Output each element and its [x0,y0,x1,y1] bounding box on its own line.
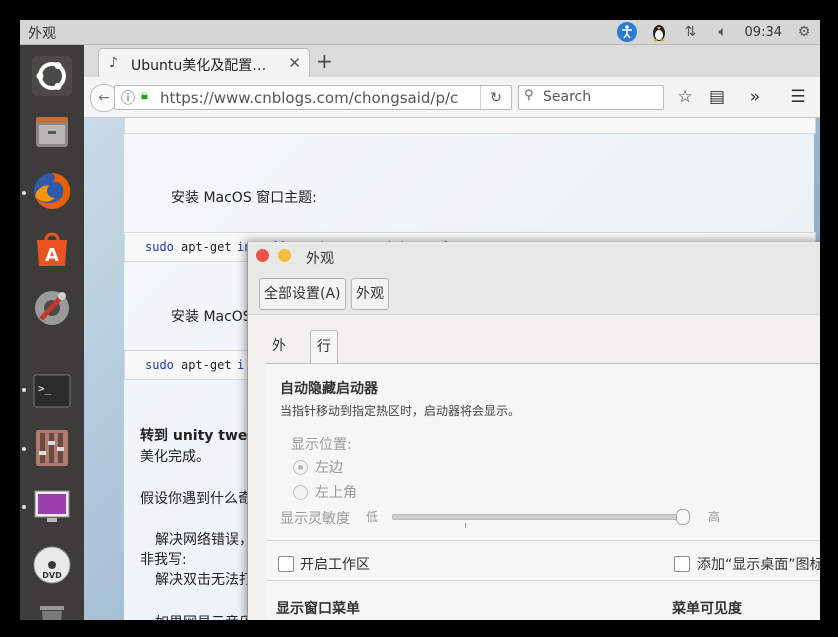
desktop-screen: 外观 ⇅ 🔈︎ 09:34 ⚙ A >_ DVD ♪ Ubuntu美化及配置… … [20,20,820,620]
window-menu-heading: 显示窗口菜单 [276,601,360,617]
terminal-icon[interactable]: >_ [29,368,75,414]
minimize-window-button[interactable] [278,249,291,262]
code-block [124,118,816,134]
browser-tab[interactable]: ♪ Ubuntu美化及配置… ✕ [98,48,310,78]
overflow-chevron-icon[interactable]: » [744,86,766,108]
running-indicator [22,505,26,509]
new-tab-icon[interactable]: + [316,49,333,73]
image-viewer-icon[interactable] [29,483,75,529]
paragraph: 安装 MacOS 窗口主题: [171,190,317,206]
paragraph: 美化完成。 [140,449,210,465]
sensitivity-high-label: 高 [708,510,721,524]
active-window-title: 外观 [28,26,56,42]
paragraph: 解决双击无法打 [155,572,253,588]
close-window-button[interactable] [256,249,269,262]
url-text[interactable]: https://www.cnblogs.com/chongsaid/p/c [160,89,460,107]
tab-behavior[interactable]: 行为 [310,330,338,387]
url-bar[interactable]: ⓘ 🔒︎ https://www.cnblogs.com/chongsaid/p… [114,85,512,110]
top-panel: 外观 ⇅ 🔈︎ 09:34 ⚙ [20,20,820,45]
show-desktop-icon-checkbox[interactable] [674,556,690,572]
firefox-icon[interactable] [29,168,75,214]
svg-text:A: A [45,245,59,266]
close-tab-icon[interactable]: ✕ [288,54,301,72]
ubuntu-software-icon[interactable]: A [29,226,75,272]
back-arrow-icon: ← [98,90,110,106]
menu-visibility-heading: 菜单可见度 [672,601,742,617]
favicon-icon: ♪ [109,55,118,71]
search-input[interactable]: ⚲ Search [518,85,664,110]
slider-tick [465,523,466,528]
breadcrumb: 全部设置(A) 外观 [248,270,820,315]
window-title: 外观 [306,251,334,267]
paragraph: 非我写: [140,552,187,568]
reload-icon[interactable]: ↻ [480,86,511,109]
reveal-topleft-label: 左上角 [315,485,357,501]
divider [266,580,820,581]
ubuntu-dash-icon[interactable] [29,53,75,99]
network-arrows-icon[interactable]: ⇅ [681,22,701,42]
volume-icon[interactable]: 🔈︎ [713,22,733,42]
paragraph: 安装 MacOS [171,309,252,325]
nav-bar: ← ⓘ 🔒︎ https://www.cnblogs.com/chongsaid… [84,77,820,118]
reading-list-icon[interactable]: ▤ [706,86,728,108]
appearance-crumb[interactable]: 外观 [351,278,389,310]
search-placeholder: Search [543,89,592,105]
site-info-icon[interactable]: ⓘ [121,88,135,108]
accessibility-icon[interactable] [616,22,637,42]
svg-text:>_: >_ [38,382,52,395]
lock-icon: 🔒︎ [141,88,148,103]
system-mixer-icon[interactable] [29,425,75,471]
paragraph-bold: 转到 unity tweal [140,428,262,444]
paragraph: 如果网易云音乐 [155,612,253,620]
reveal-topleft-radio[interactable] [293,485,308,500]
settings-gear-icon[interactable]: ⚙ [794,22,814,42]
clock[interactable]: 09:34 [745,25,782,40]
tux-icon[interactable] [649,22,669,42]
reveal-left-label: 左边 [315,460,343,476]
window-titlebar[interactable]: 外观 [248,242,820,270]
search-icon: ⚲ [524,88,534,103]
all-settings-button[interactable]: 全部设置(A) [259,278,346,310]
system-tray: ⇅ 🔈︎ 09:34 ⚙ [616,22,814,42]
system-settings-icon[interactable] [29,285,75,331]
autohide-heading: 自动隐藏启动器 [280,381,378,397]
running-indicator [22,447,26,451]
files-icon[interactable] [29,108,75,154]
appearance-settings-window: 外观 全部设置(A) 外观 外观 行为 自动隐藏启动器 当指针移动到指定热区时，… [247,242,820,620]
paragraph: 解决网络错误， [155,532,253,548]
behavior-pane: 自动隐藏启动器 当指针移动到指定热区时，启动器将会显示。 显示位置: 左边 左上… [266,364,820,620]
enable-workspaces-label: 开启工作区 [300,557,370,573]
hamburger-menu-icon[interactable]: ☰ [787,86,809,108]
tab-appearance[interactable]: 外观 [266,330,292,386]
enable-workspaces-checkbox[interactable] [278,556,294,572]
sensitivity-slider-handle[interactable] [676,509,691,525]
running-indicator [22,388,26,392]
sensitivity-slider[interactable] [392,514,690,520]
tab-bar: ♪ Ubuntu美化及配置… ✕ + [84,45,820,78]
tab-title: Ubuntu美化及配置… [131,58,267,74]
launcher: A >_ DVD [20,45,84,620]
reveal-left-radio[interactable] [293,460,308,475]
reveal-location-label: 显示位置: [291,437,352,453]
sensitivity-low-label: 低 [366,510,379,524]
paragraph: 假设你遇到什么奇 [140,491,252,507]
divider [266,540,820,541]
dvd-icon[interactable]: DVD [29,542,75,588]
running-indicator [22,191,26,195]
autohide-description: 当指针移动到指定热区时，启动器将会显示。 [280,404,521,418]
svg-text:DVD: DVD [42,571,62,580]
trash-icon[interactable] [29,595,75,620]
show-desktop-icon-label: 添加“显示桌面”图标 [697,557,820,573]
sensitivity-label: 显示灵敏度 [280,511,350,527]
bookmark-star-icon[interactable]: ☆ [674,86,696,108]
